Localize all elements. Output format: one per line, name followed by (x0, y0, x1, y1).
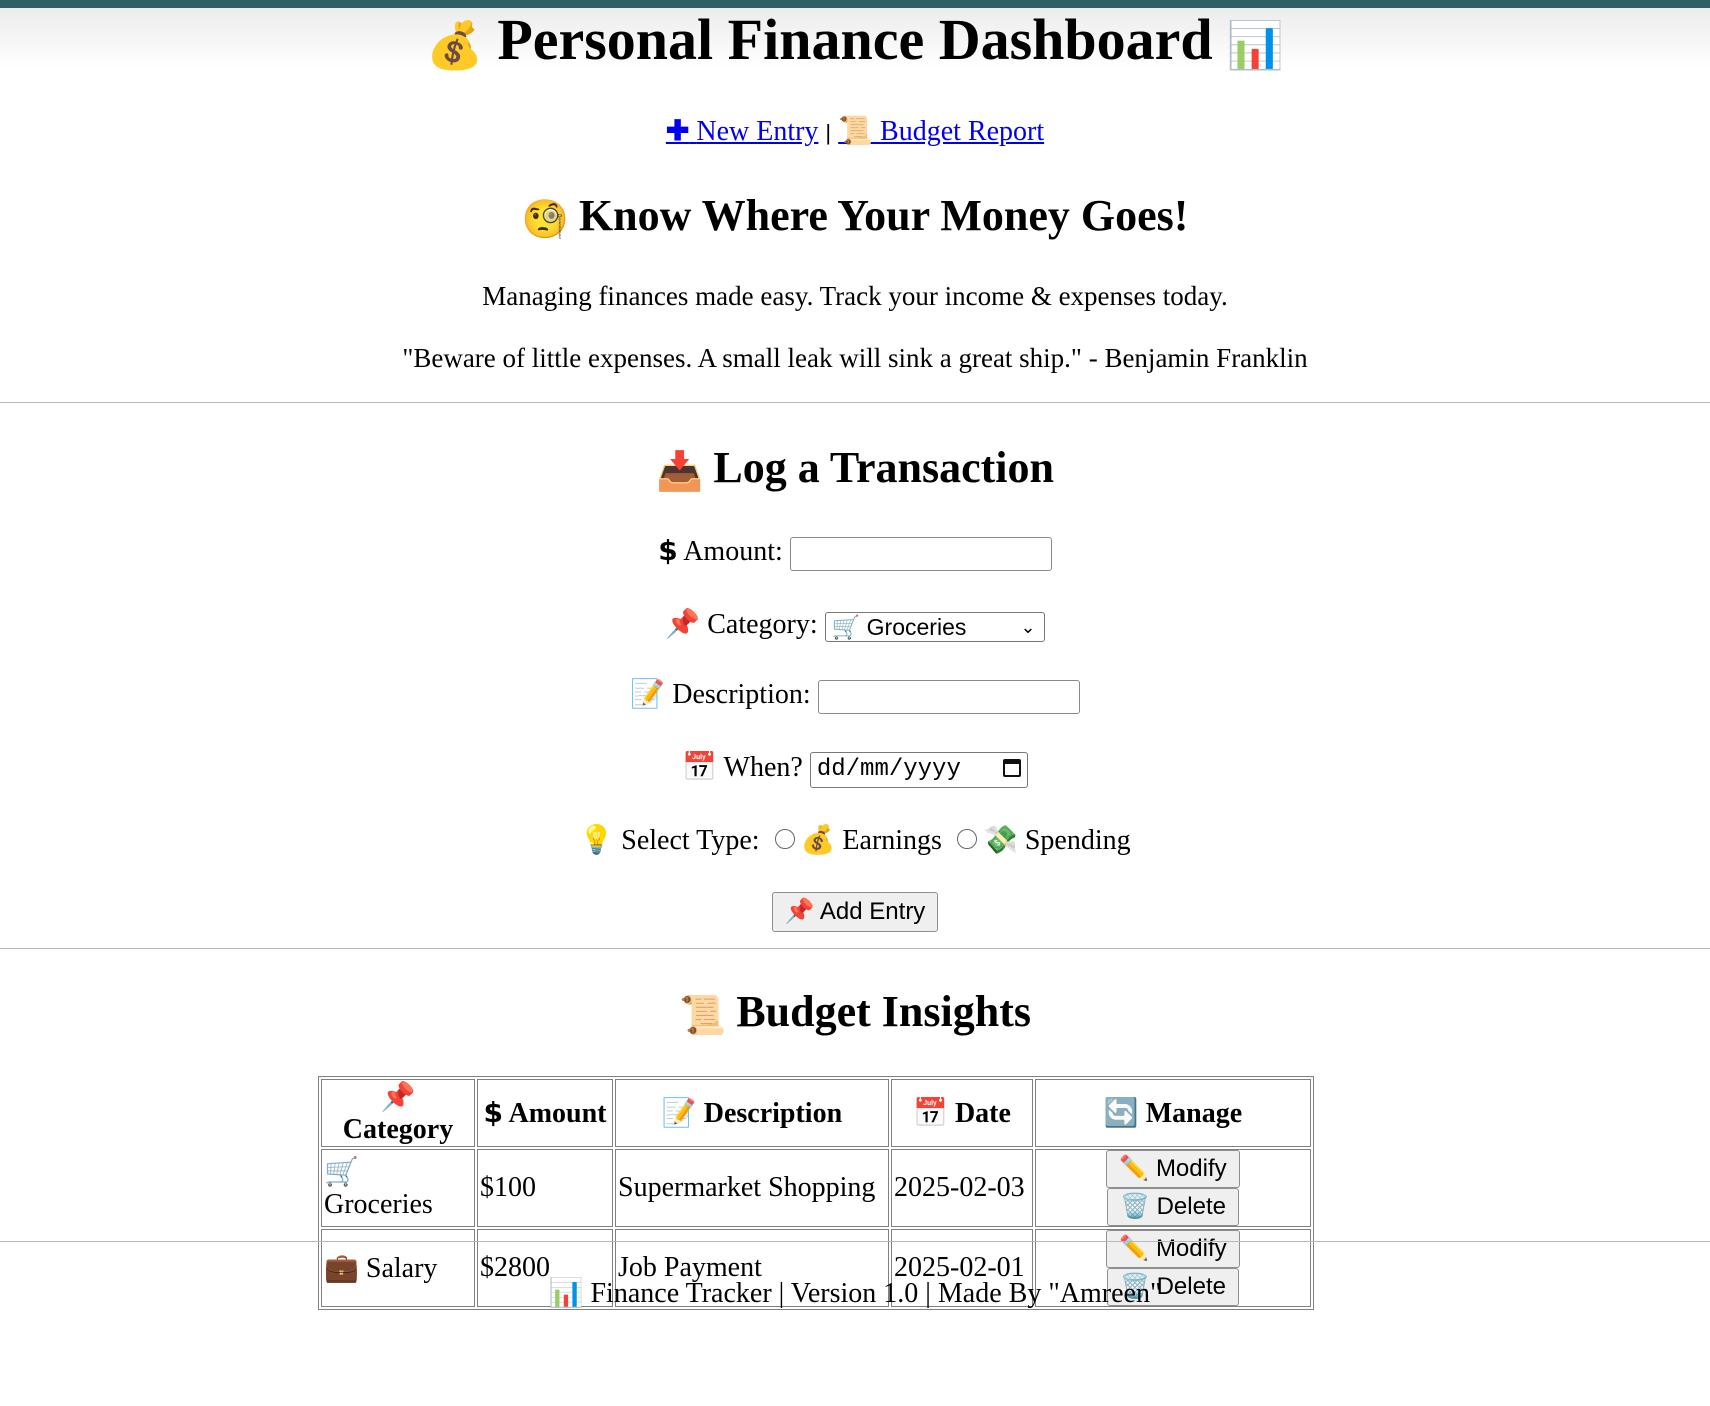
bar-chart-icon: 📊 (1226, 19, 1284, 71)
description-row: 📝 Description: (0, 675, 1710, 715)
tagline-heading: 🧐 Know Where Your Money Goes! (0, 188, 1710, 248)
chevron-down-icon: ⌄ (1020, 616, 1036, 637)
category-select[interactable]: 🛒 Groceries ⌄ (824, 611, 1045, 642)
plus-icon: ✚ (665, 116, 690, 147)
dollar-sign-icon: $ (658, 534, 678, 567)
category-label: Category: (707, 609, 818, 640)
column-header-amount: $ Amount (477, 1079, 613, 1147)
cell-date: 2025-02-03 (891, 1149, 1033, 1227)
scroll-icon: 📜 (838, 116, 874, 147)
cell-category: 🛒 Groceries (321, 1149, 475, 1227)
shopping-cart-icon: 🛒 (324, 1157, 359, 1188)
cell-manage: ✏️ Modify 🗑️ Delete (1035, 1149, 1311, 1227)
scroll-icon: 📜 (679, 994, 727, 1037)
description-input[interactable] (817, 679, 1080, 714)
footer: 📊 Finance Tracker | Version 1.0 | Made B… (548, 1278, 1162, 1309)
column-header-category: 📌 Category (321, 1079, 475, 1147)
modify-button[interactable]: ✏️ Modify (1106, 1230, 1240, 1268)
divider (0, 1241, 1710, 1242)
calendar-icon: 📅 (913, 1098, 948, 1129)
spending-radio[interactable] (956, 828, 977, 849)
spending-label: Spending (1024, 825, 1131, 856)
shopping-cart-icon: 🛒 (831, 613, 861, 640)
quote-text: "Beware of little expenses. A small leak… (402, 343, 1308, 373)
bar-chart-icon: 📊 (548, 1278, 584, 1309)
refresh-icon: 🔄 (1103, 1098, 1139, 1129)
money-bag-icon: 💰 (800, 825, 836, 856)
inbox-tray-icon: 📥 (656, 450, 704, 493)
calendar-picker-icon[interactable] (1002, 758, 1021, 777)
divider (0, 948, 1710, 949)
money-bag-icon: 💰 (426, 19, 484, 71)
new-entry-link[interactable]: ✚ New Entry (666, 116, 819, 147)
wastebasket-icon: 🗑️ (1120, 1193, 1150, 1220)
date-row: 📅 When? dd/mm/yyyy (0, 748, 1710, 788)
add-entry-row: 📌 Add Entry (0, 892, 1710, 932)
pencil-icon: ✏️ (1119, 1155, 1150, 1182)
cell-description: Supermarket Shopping (615, 1149, 889, 1227)
pencil-icon: ✏️ (1119, 1235, 1150, 1262)
light-bulb-icon: 💡 (579, 825, 615, 856)
pushpin-icon: 📌 (784, 898, 815, 925)
modify-button[interactable]: ✏️ Modify (1106, 1150, 1240, 1188)
amount-row: $ Amount: (0, 531, 1710, 572)
calendar-icon: 📅 (682, 752, 718, 783)
money-with-wings-icon: 💸 (982, 825, 1018, 856)
memo-icon: 📝 (661, 1098, 697, 1129)
table-row: 🛒 Groceries $100 Supermarket Shopping 20… (321, 1149, 1311, 1227)
intro-text: Managing finances made easy. Track your … (482, 281, 1228, 311)
earnings-label: Earnings (842, 825, 942, 856)
column-header-description: 📝 Description (615, 1079, 889, 1147)
form-title: 📥 Log a Transaction (0, 440, 1710, 500)
column-header-manage: 🔄 Manage (1035, 1079, 1311, 1147)
top-nav: ✚ New Entry | 📜 Budget Report (0, 110, 1710, 155)
nav-separator: | (825, 120, 832, 145)
column-header-date: 📅 Date (891, 1079, 1033, 1147)
amount-label: Amount: (683, 536, 783, 567)
memo-icon: 📝 (630, 679, 666, 710)
type-label: Select Type: (621, 825, 760, 856)
type-row: 💡 Select Type: 💰 Earnings 💸 Spending (0, 821, 1710, 861)
page-title: 💰 Personal Finance Dashboard 📊 (0, 4, 1710, 82)
pushpin-icon: 📌 (665, 609, 701, 640)
delete-button[interactable]: 🗑️ Delete (1107, 1188, 1239, 1226)
category-row: 📌 Category: 🛒 Groceries ⌄ (0, 605, 1710, 645)
divider (0, 402, 1710, 403)
date-label: When? (723, 752, 803, 783)
budget-report-link[interactable]: 📜 Budget Report (838, 116, 1044, 147)
cell-amount: $100 (477, 1149, 613, 1227)
table-header-row: 📌 Category $ Amount 📝 Description 📅 Date… (321, 1079, 1311, 1147)
date-input[interactable]: dd/mm/yyyy (809, 751, 1028, 788)
add-entry-button[interactable]: 📌 Add Entry (771, 892, 939, 932)
monocle-face-icon: 🧐 (521, 198, 569, 241)
insights-title: 📜 Budget Insights (0, 984, 1710, 1044)
description-label: Description: (672, 679, 811, 710)
pushpin-icon: 📌 (380, 1082, 416, 1113)
earnings-radio[interactable] (774, 828, 795, 849)
amount-input[interactable] (789, 536, 1052, 571)
dollar-sign-icon: $ (483, 1096, 503, 1129)
